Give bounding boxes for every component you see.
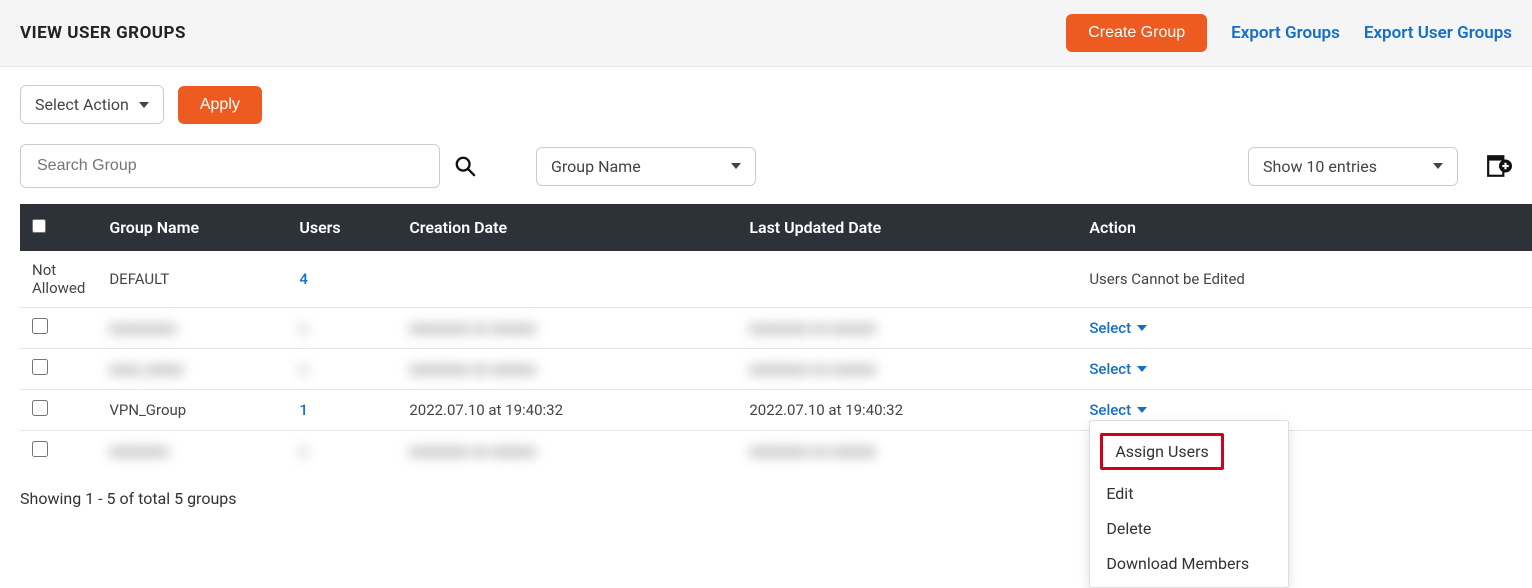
caret-down-icon [1137,407,1147,413]
header-bar: VIEW USER GROUPS Create Group Export Gro… [0,0,1532,67]
row-checkbox[interactable] [32,318,48,334]
select-label: Select [1089,360,1131,378]
group-name-cell: VPN_Group [97,390,287,431]
user-count-link[interactable]: x [299,442,307,460]
column-last-updated-date: Last Updated Date [737,204,1077,251]
select-action-label: Select Action [35,95,129,114]
select-all-checkbox[interactable] [32,219,46,233]
action-cell: SelectAssign UsersEditDeleteDownload Mem… [1077,390,1532,431]
page-title: VIEW USER GROUPS [20,23,186,43]
search-group-input[interactable] [20,144,440,188]
dropdown-item-delete[interactable]: Delete [1090,511,1288,546]
footer-summary: Showing 1 - 5 of total 5 groups [0,471,1532,526]
entries-wrap: Show 10 entries [1248,147,1512,186]
table-row: xxxxxxxxxxxxxxxxx xx xxxxxxxxxxxxxx xx x… [20,431,1532,472]
action-cell: Users Cannot be Edited [1077,251,1532,308]
checkbox-cell [20,390,97,431]
user-count-link[interactable]: x [299,319,307,337]
column-creation-date: Creation Date [397,204,737,251]
select-action-link[interactable]: Select [1089,401,1147,419]
action-dropdown-menu: Assign Users EditDeleteDownload Members [1089,420,1289,588]
group-name-cell: xxxxxxxx [97,431,287,472]
last-updated-cell [737,251,1077,308]
show-entries-label: Show 10 entries [1263,157,1377,176]
action-cell: Select [1077,308,1532,349]
creation-date-cell [397,251,737,308]
column-action: Action [1077,204,1532,251]
chevron-down-icon [139,102,149,108]
export-user-groups-link[interactable]: Export User Groups [1364,23,1512,43]
filter-row: Group Name Show 10 entries [0,134,1532,204]
table-header-row: Group Name Users Creation Date Last Upda… [20,204,1532,251]
row-checkbox[interactable] [32,400,48,416]
creation-date-cell: xxxxxxxx xx xxxxxx [397,431,737,472]
chevron-down-icon [1433,163,1443,169]
user-count-link[interactable]: 1 [299,401,308,419]
checkbox-cell [20,431,97,472]
chevron-down-icon [731,163,741,169]
users-cell: x [287,349,397,390]
creation-date-cell: xxxxxxxx xx xxxxxx [397,349,737,390]
add-column-icon[interactable] [1486,153,1512,179]
group-name-filter-label: Group Name [551,157,641,176]
group-name-cell: xxxx_xxxxx [97,349,287,390]
dropdown-item-edit[interactable]: Edit [1090,476,1288,511]
table-row: xxxx_xxxxx x xxxxxxxx xx xxxxxxxxxxxxxx xx… [20,349,1532,390]
creation-date-cell: 2022.07.10 at 19:40:32 [397,390,737,431]
toolbar-row: Select Action Apply [0,67,1532,134]
checkbox-cell [20,349,97,390]
row-checkbox[interactable] [32,441,48,457]
select-label: Select [1089,319,1131,337]
last-updated-cell: xxxxxxxx xx xxxxxx [737,431,1077,472]
group-name-cell: DEFAULT [97,251,287,308]
checkbox-header-cell [20,204,97,251]
users-cell: 4 [287,251,397,308]
checkbox-cell [20,308,97,349]
select-action-link[interactable]: Select [1089,360,1147,378]
group-name-filter-dropdown[interactable]: Group Name [536,147,756,186]
checkbox-cell: Not Allowed [20,251,97,308]
search-wrap [20,144,476,188]
show-entries-dropdown[interactable]: Show 10 entries [1248,147,1458,186]
groups-table: Group Name Users Creation Date Last Upda… [20,204,1532,471]
column-group-name: Group Name [97,204,287,251]
column-users: Users [287,204,397,251]
creation-date-cell: xxxxxxxx xx xxxxxx [397,308,737,349]
search-icon[interactable] [454,155,476,177]
last-updated-cell: 2022.07.10 at 19:40:32 [737,390,1077,431]
last-updated-cell: xxxxxxxx xx xxxxxx [737,349,1077,390]
user-count-link[interactable]: 4 [299,270,308,288]
table-row: VPN_Group 1 2022.07.10 at 19:40:322022.07.… [20,390,1532,431]
header-actions: Create Group Export Groups Export User G… [1066,14,1512,52]
create-group-button[interactable]: Create Group [1066,14,1207,52]
user-count-link[interactable]: x [299,360,307,378]
action-cell: Select [1077,349,1532,390]
select-action-link[interactable]: Select [1089,319,1147,337]
caret-down-icon [1137,366,1147,372]
row-checkbox[interactable] [32,359,48,375]
caret-down-icon [1137,325,1147,331]
users-cell: x [287,308,397,349]
apply-button[interactable]: Apply [178,86,262,124]
dropdown-item-assign-users[interactable]: Assign Users [1090,427,1288,476]
select-label: Select [1089,401,1131,419]
export-groups-link[interactable]: Export Groups [1231,23,1340,43]
assign-users-highlight: Assign Users [1100,433,1223,470]
last-updated-cell: xxxxxxxx xx xxxxxx [737,308,1077,349]
table-row: Not AllowedDEFAULT 4 Users Cannot be Edite… [20,251,1532,308]
users-cell: 1 [287,390,397,431]
users-cell: x [287,431,397,472]
group-name-cell: xxxxxxxxx [97,308,287,349]
table-row: xxxxxxxxxxxxxxxxxx xx xxxxxxxxxxxxxx xx … [20,308,1532,349]
dropdown-item-download-members[interactable]: Download Members [1090,546,1288,581]
select-action-dropdown[interactable]: Select Action [20,85,164,124]
